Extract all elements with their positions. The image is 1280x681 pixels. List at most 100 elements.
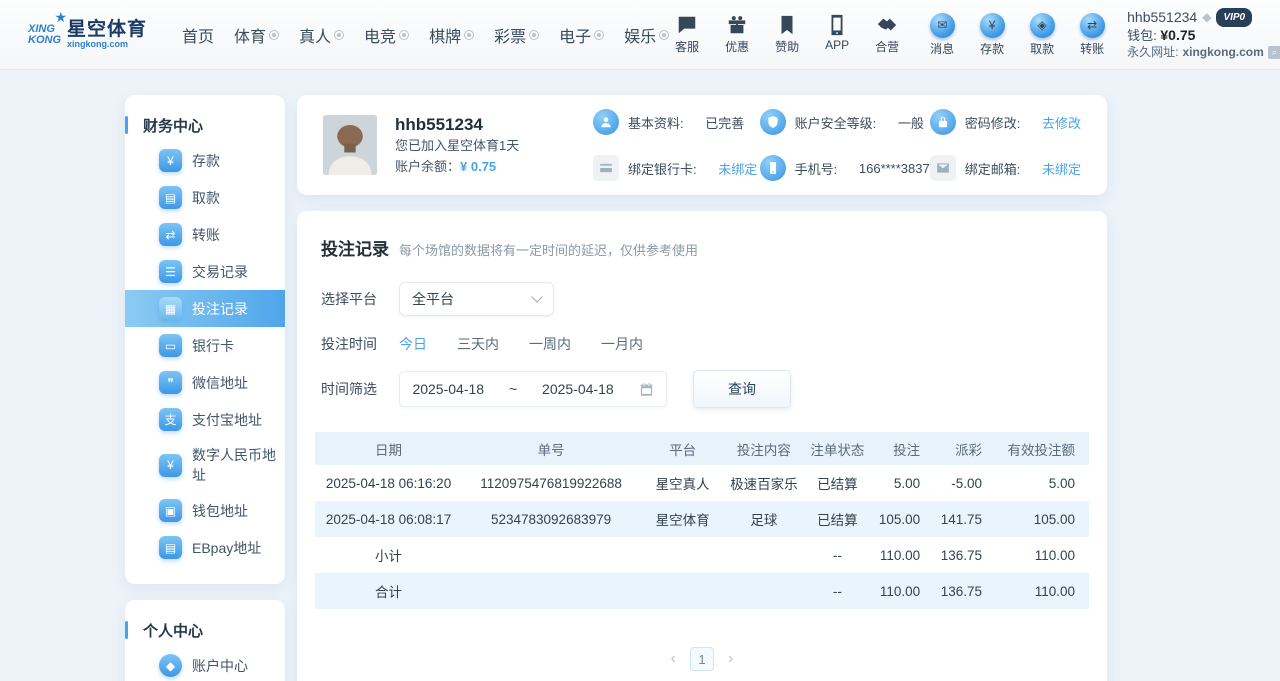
dropdown-dot-icon [269,30,279,40]
page-title: 投注记录 [321,235,389,260]
sidebar-item-digital-rmb-address[interactable]: ¥数字人民币地址 [125,438,285,492]
dropdown-dot-icon [399,30,409,40]
date-separator: ~ [509,381,517,397]
app-button[interactable]: APP [819,14,855,55]
deposit-button[interactable]: ¥存款 [975,13,1009,57]
sidebar-item-bet-records[interactable]: ▦投注记录 [125,290,285,327]
wallet-label: 钱包: [1127,28,1157,43]
table-row: 2025-04-18 06:08:17 5234783092683979 星空体… [315,501,1089,537]
nav-sports[interactable]: 体育 [234,23,279,47]
platform-filter-label: 选择平台 [321,289,399,309]
site-logo[interactable]: XINGKONG ★ 星空体育 xingkong.com [28,21,156,49]
messages-button[interactable]: ✉消息 [925,13,959,57]
dropdown-dot-icon [659,30,669,40]
topbar: XINGKONG ★ 星空体育 xingkong.com 首页 体育 真人 电竞… [0,0,1280,70]
date-to[interactable]: 2025-04-18 [542,381,614,397]
withdraw-button[interactable]: ◈取款 [1025,13,1059,57]
deposit-icon: ¥ [159,149,182,172]
page-number[interactable]: 1 [690,647,714,671]
profile-joined-text: 您已加入星空体育1天 [395,135,575,156]
permanent-url-label: 永久网址: [1127,44,1178,61]
profile-avatar [323,115,377,175]
mail-icon [930,155,956,181]
platform-select[interactable]: 全平台 [399,282,554,316]
sidebar-item-bank-card[interactable]: ▭银行卡 [125,327,285,364]
calendar-icon[interactable] [639,382,654,397]
transfer-icon: ⇄ [1080,13,1105,38]
withdraw-icon: ▤ [159,186,182,209]
field-email: 绑定邮箱: 未绑定 [930,155,1081,181]
change-password-link[interactable]: 去修改 [1042,113,1081,132]
nav-entertainment[interactable]: 娱乐 [624,23,669,47]
lock-icon [930,109,956,135]
chat-icon [676,14,698,36]
sidebar-item-account-center[interactable]: ◆账户中心 [125,647,285,681]
field-security-level: 账户安全等级: 一般 [760,109,930,135]
date-from[interactable]: 2025-04-18 [412,381,484,397]
sidebar-item-deposit[interactable]: ¥存款 [125,142,285,179]
ebpay-icon: ▤ [159,536,182,559]
chevron-down-icon [531,291,542,302]
sidebar-item-transaction-records[interactable]: ☰交易记录 [125,253,285,290]
sidebar-item-wallet-address[interactable]: ▣钱包地址 [125,492,285,529]
bind-bank-card-link[interactable]: 未绑定 [718,159,757,178]
sidebar-item-transfer[interactable]: ⇄转账 [125,216,285,253]
finance-center-title: 财务中心 [125,109,285,142]
permanent-url[interactable]: xingkong.com [1182,44,1263,61]
nav-esports[interactable]: 电竞 [364,23,409,47]
shield-icon [760,109,786,135]
service-button[interactable]: 客服 [669,14,705,55]
username: hhb551234 [1127,9,1197,26]
logo-domain: xingkong.com [67,39,147,49]
time-option-3days[interactable]: 三天内 [457,334,499,354]
phone-icon [826,14,848,36]
prev-page-button[interactable]: ‹ [671,650,676,668]
nav-lottery[interactable]: 彩票 [494,23,539,47]
sidebar-item-wechat-address[interactable]: ❞微信地址 [125,364,285,401]
bank-card-icon: ▭ [159,334,182,357]
bet-records-card: 投注记录 每个场馆的数据将有一定时间的延迟，仅供参考使用 选择平台 全平台 投注… [297,211,1107,681]
time-option-today[interactable]: 今日 [399,334,427,354]
field-basic-info: 基本资料: 已完善 [593,109,760,135]
sidebar-item-alipay-address[interactable]: 支支付宝地址 [125,401,285,438]
gift-icon [726,14,748,36]
wallet-actions: ✉消息 ¥存款 ◈取款 ⇄转账 [925,13,1109,57]
main-content: hhb551234 您已加入星空体育1天 账户余额：¥ 0.75 基本资料: 已… [297,95,1107,681]
quick-links: 客服 优惠 赞助 APP 合营 [669,14,905,55]
sponsor-button[interactable]: 赞助 [769,14,805,55]
nav-chess[interactable]: 棋牌 [429,23,474,47]
message-icon: ✉ [930,13,955,38]
affiliate-button[interactable]: 合营 [869,14,905,55]
time-option-week[interactable]: 一周内 [529,334,571,354]
date-range-input[interactable]: 2025-04-18 ~ 2025-04-18 [399,371,667,407]
query-button[interactable]: 查询 [693,370,791,408]
time-filter-label: 时间筛选 [321,379,399,399]
handshake-icon [876,14,898,36]
transaction-records-icon: ☰ [159,260,182,283]
nav-slots[interactable]: 电子 [559,23,604,47]
mobile-icon [760,155,786,181]
sidebar-item-withdraw[interactable]: ▤取款 [125,179,285,216]
dropdown-dot-icon [464,30,474,40]
nav-live[interactable]: 真人 [299,23,344,47]
next-page-button[interactable]: › [728,650,733,668]
bind-email-link[interactable]: 未绑定 [1042,159,1081,178]
transfer-button[interactable]: ⇄转账 [1075,13,1109,57]
withdraw-icon: ◈ [1030,13,1055,38]
logo-xingkong-mark: XINGKONG ★ [28,24,61,46]
wallet-balance: ¥0.75 [1160,27,1195,43]
bet-records-table: 日期 单号 平台 投注内容 注单状态 投注 派彩 有效投注额 2025-04-1… [315,432,1089,609]
sidebar-item-ebpay-address[interactable]: ▤EBpay地址 [125,529,285,566]
magnifier-icon[interactable]: ⌕ [1268,46,1280,59]
records-disclaimer: 每个场馆的数据将有一定时间的延迟，仅供参考使用 [399,240,698,259]
bet-records-icon: ▦ [159,297,182,320]
badge-star-icon [776,14,798,36]
table-row: 2025-04-18 06:16:20 1120975476819922688 … [315,465,1089,501]
wallet-icon: ▣ [159,499,182,522]
vip-badge: VIP0 [1216,8,1252,27]
promo-button[interactable]: 优惠 [719,14,755,55]
field-bank-card: 绑定银行卡: 未绑定 [593,155,760,181]
nav-home[interactable]: 首页 [182,23,214,47]
user-icon [593,109,619,135]
time-option-month[interactable]: 一月内 [601,334,643,354]
